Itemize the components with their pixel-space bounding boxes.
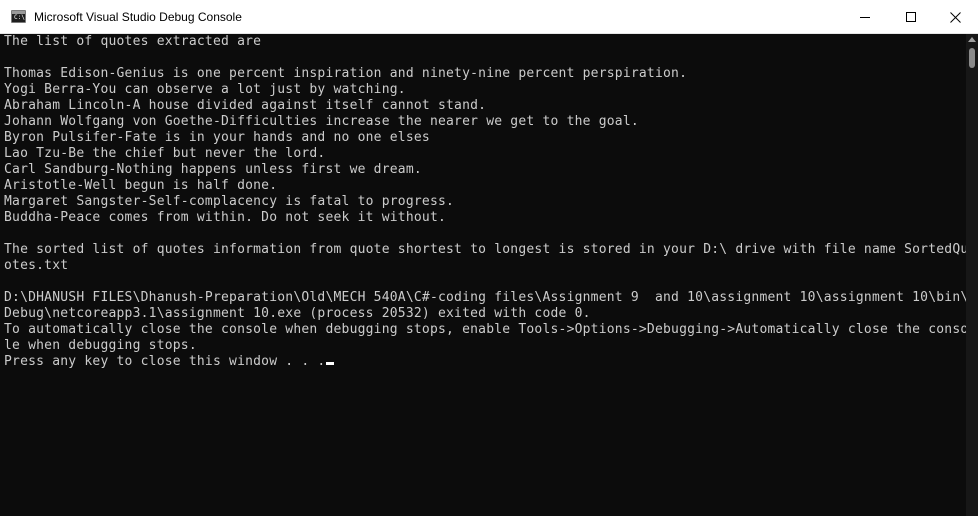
app-icon-glyph: C:\ xyxy=(14,14,25,21)
console-line: Carl Sandburg-Nothing happens unless fir… xyxy=(4,162,422,177)
maximize-icon xyxy=(906,12,916,22)
vertical-scrollbar[interactable] xyxy=(966,34,978,516)
console-line: Debug\netcoreapp3.1\assignment 10.exe (p… xyxy=(4,306,591,321)
title-bar[interactable]: C:\ Microsoft Visual Studio Debug Consol… xyxy=(0,0,978,34)
console-line: Aristotle-Well begun is half done. xyxy=(4,178,278,193)
close-icon xyxy=(950,12,961,23)
console-line: D:\DHANUSH FILES\Dhanush-Preparation\Old… xyxy=(4,290,969,305)
console-line: Yogi Berra-You can observe a lot just by… xyxy=(4,82,406,97)
scroll-up-arrow-icon[interactable] xyxy=(968,37,976,42)
console-line: otes.txt xyxy=(4,258,69,273)
maximize-button[interactable] xyxy=(888,0,934,34)
console-line: The sorted list of quotes information fr… xyxy=(4,242,969,257)
console-output[interactable]: The list of quotes extracted are Thomas … xyxy=(0,34,969,516)
console-line: Margaret Sangster-Self-complacency is fa… xyxy=(4,194,455,209)
scrollbar-thumb[interactable] xyxy=(969,48,975,68)
minimize-button[interactable] xyxy=(842,0,888,34)
console-line: Johann Wolfgang von Goethe-Difficulties … xyxy=(4,114,639,129)
console-line: Byron Pulsifer-Fate is in your hands and… xyxy=(4,130,430,145)
window-title: Microsoft Visual Studio Debug Console xyxy=(34,10,242,24)
console-line: Lao Tzu-Be the chief but never the lord. xyxy=(4,146,326,161)
press-any-key-text: Press any key to close this window . . . xyxy=(4,354,326,369)
console-line: The list of quotes extracted are xyxy=(4,34,262,49)
console-line: Buddha-Peace comes from within. Do not s… xyxy=(4,210,447,225)
minimize-icon xyxy=(860,17,870,18)
console-line: To automatically close the console when … xyxy=(4,322,969,337)
console-app-icon[interactable]: C:\ xyxy=(11,10,26,23)
console-line: Abraham Lincoln-A house divided against … xyxy=(4,98,487,113)
console-line: Thomas Edison-Genius is one percent insp… xyxy=(4,66,688,81)
debug-console-window: C:\ Microsoft Visual Studio Debug Consol… xyxy=(0,0,978,516)
close-button[interactable] xyxy=(932,0,978,34)
text-cursor xyxy=(326,362,335,365)
console-line: le when debugging stops. xyxy=(4,338,197,353)
console-prompt-line: Press any key to close this window . . . xyxy=(4,354,966,370)
